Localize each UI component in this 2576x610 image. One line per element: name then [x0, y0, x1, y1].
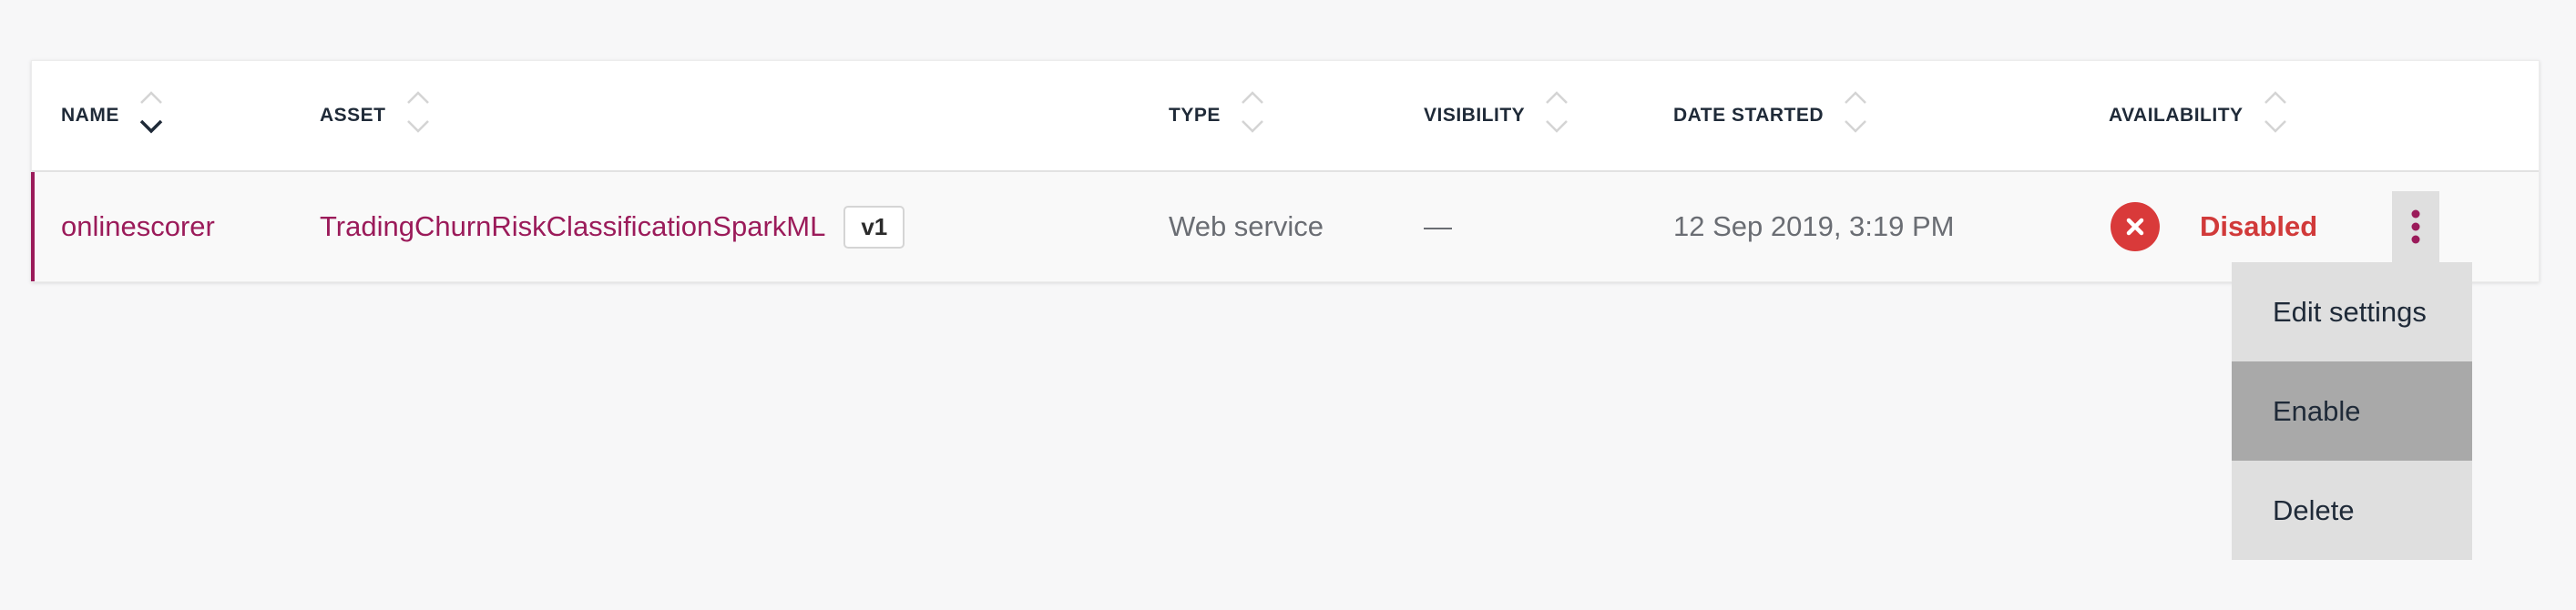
sort-control-availability[interactable]: [2264, 88, 2296, 143]
column-header-type[interactable]: TYPE: [1169, 61, 1273, 170]
column-header-visibility[interactable]: VISIBILITY: [1424, 61, 1578, 170]
sort-control-type[interactable]: [1241, 88, 1273, 143]
column-header-asset[interactable]: ASSET: [320, 61, 439, 170]
column-label-type: TYPE: [1169, 105, 1221, 126]
version-badge: v1: [843, 205, 905, 249]
sort-descending-icon: [1546, 120, 1569, 133]
asset-cell: TradingChurnRiskClassificationSparkML v1: [320, 172, 905, 281]
sort-ascending-icon: [1845, 91, 1866, 104]
column-label-date-started: DATE STARTED: [1673, 105, 1825, 126]
kebab-vertical-icon: [2411, 209, 2420, 244]
sort-descending-icon: [1241, 120, 1263, 133]
column-header-name[interactable]: NAME: [61, 61, 172, 170]
table-row[interactable]: onlinescorer TradingChurnRiskClassificat…: [31, 172, 2539, 281]
column-header-date-started[interactable]: DATE STARTED: [1673, 61, 1876, 170]
column-label-name: NAME: [61, 105, 119, 126]
sort-ascending-icon: [1546, 91, 1569, 104]
sort-descending-icon: [2264, 120, 2286, 133]
menu-item-delete[interactable]: Delete: [2232, 461, 2472, 560]
date-started-cell: 12 Sep 2019, 3:19 PM: [1673, 210, 1955, 242]
column-label-asset: ASSET: [320, 105, 386, 126]
sort-control-name[interactable]: [139, 88, 172, 143]
column-header-availability[interactable]: AVAILABILITY: [2109, 61, 2296, 170]
asset-link[interactable]: TradingChurnRiskClassificationSparkML: [320, 210, 825, 243]
row-overflow-menu-button[interactable]: [2392, 191, 2439, 262]
deployment-name-link[interactable]: onlinescorer: [61, 172, 215, 281]
error-x-icon: [2111, 202, 2160, 251]
table-header: NAME ASSET TYPE VISIBILITY DATE STARTED …: [32, 61, 2539, 172]
sort-control-asset[interactable]: [406, 88, 439, 143]
menu-item-enable[interactable]: Enable: [2232, 361, 2472, 461]
visibility-cell: —: [1424, 210, 1452, 242]
sort-ascending-icon: [139, 91, 162, 104]
sort-ascending-icon: [2264, 91, 2286, 104]
sort-descending-active-icon: [139, 119, 163, 134]
overflow-menu: Edit settings Enable Delete: [2232, 262, 2472, 560]
menu-item-edit-settings[interactable]: Edit settings: [2232, 262, 2472, 361]
availability-status: Disabled: [2200, 210, 2318, 242]
column-label-availability: AVAILABILITY: [2109, 105, 2244, 126]
row-selected-indicator: [31, 172, 35, 281]
sort-descending-icon: [406, 120, 429, 133]
sort-control-visibility[interactable]: [1545, 88, 1578, 143]
sort-ascending-icon: [406, 91, 429, 104]
sort-ascending-icon: [1241, 91, 1263, 104]
deployments-table: NAME ASSET TYPE VISIBILITY DATE STARTED …: [31, 60, 2540, 282]
type-cell: Web service: [1169, 210, 1324, 242]
sort-descending-icon: [1845, 120, 1866, 133]
column-label-visibility: VISIBILITY: [1424, 105, 1526, 126]
sort-control-date-started[interactable]: [1844, 88, 1876, 143]
